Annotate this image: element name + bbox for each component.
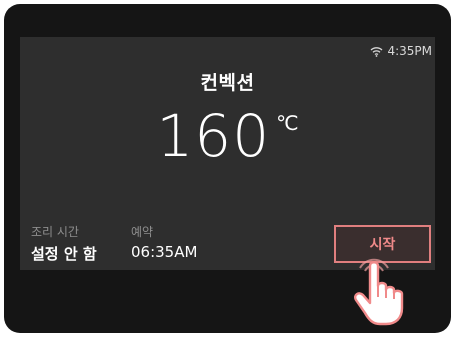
status-bar: 4:35PM bbox=[370, 44, 432, 58]
start-button-label: 시작 bbox=[369, 237, 396, 253]
temperature-value: 160 bbox=[156, 102, 271, 170]
wifi-icon bbox=[370, 46, 383, 57]
temperature-display[interactable]: 160 ℃ bbox=[0, 103, 455, 169]
reservation-label: 예약 bbox=[131, 225, 154, 239]
cook-time-value[interactable]: 설정 안 함 bbox=[31, 243, 97, 264]
hand-pointer-icon bbox=[346, 252, 418, 332]
reservation-value[interactable]: 06:35AM bbox=[131, 243, 197, 261]
clock-time: 4:35PM bbox=[387, 44, 432, 58]
cooking-mode-label[interactable]: 컨벡션 bbox=[0, 68, 455, 95]
temperature-unit: ℃ bbox=[276, 111, 299, 135]
cook-time-label: 조리 시간 bbox=[31, 225, 79, 239]
